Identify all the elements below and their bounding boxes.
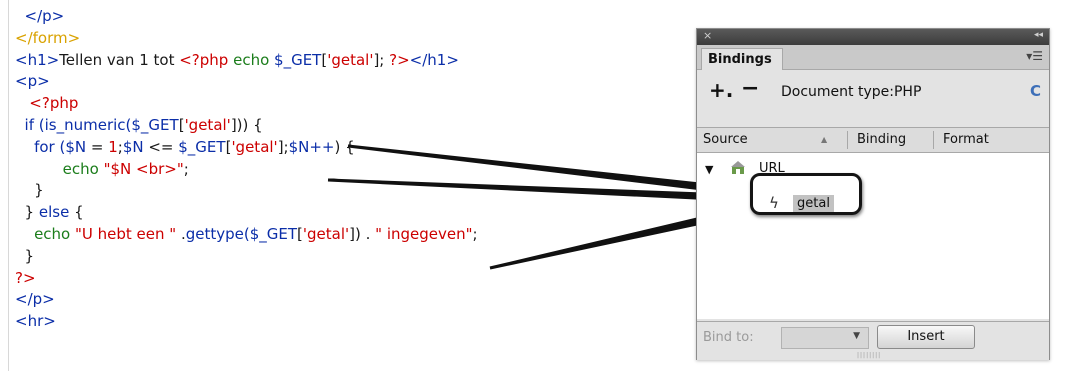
code-area[interactable]: </p> </form> <h1>Tellen van 1 tot <?php ec…	[15, 6, 478, 333]
code-token: $_GET	[249, 224, 298, 243]
code-token: for (	[15, 137, 66, 156]
code-token: ]) .	[349, 224, 376, 243]
code-token: </h1>	[409, 50, 459, 69]
code-token: ?>	[389, 50, 410, 69]
highlight-callout-box	[750, 173, 862, 215]
column-header: Source ▲ Binding Format	[697, 127, 1049, 153]
collapse-icon[interactable]: ◂◂	[1034, 30, 1043, 40]
code-token: {	[69, 203, 84, 222]
code-line[interactable]: for ($N = 1;$N <= $_GET['getal'];$N++) {	[15, 137, 478, 159]
code-token: 'getal'	[327, 50, 374, 69]
dropdown-arrow-icon: ▼	[853, 331, 860, 341]
code-line[interactable]: <?php	[15, 93, 478, 115]
code-token: $_GET	[274, 50, 322, 69]
code-line[interactable]: ?>	[15, 268, 478, 290]
code-token: gettype(	[185, 224, 250, 243]
tab-bindings[interactable]: Bindings	[701, 48, 783, 70]
code-token: $_GET	[178, 137, 226, 156]
code-line[interactable]: }	[15, 246, 478, 268]
code-token: <h1>	[15, 50, 60, 69]
code-token: Tellen van 1 tot	[59, 50, 180, 69]
code-token: "$N <br>"	[103, 159, 184, 178]
code-token: }	[15, 181, 44, 200]
code-line[interactable]: if (is_numeric($_GET['getal'])) {	[15, 115, 478, 137]
panel-footer: Bind to: ▼ Insert ||||||||	[697, 321, 1049, 360]
code-token: </p>	[15, 7, 65, 25]
code-line[interactable]: <p>	[15, 71, 478, 93]
refresh-icon[interactable]: C	[1030, 82, 1041, 100]
code-token: }	[15, 246, 35, 265]
resize-grip[interactable]: ||||||||	[857, 352, 881, 359]
code-token: echo	[233, 50, 275, 69]
column-binding[interactable]: Binding	[857, 132, 906, 147]
column-format[interactable]: Format	[943, 132, 989, 147]
code-token: ];	[277, 137, 289, 156]
bind-to-label: Bind to:	[703, 330, 754, 345]
panel-tab-row: Bindings ▾☰	[697, 45, 1049, 70]
code-token: $N	[65, 137, 87, 156]
code-line[interactable]: echo "U hebt een " .gettype($_GET['getal…	[15, 224, 478, 246]
expand-triangle-icon[interactable]: ▼	[705, 163, 713, 176]
bind-to-select[interactable]: ▼	[781, 327, 869, 349]
code-token: $N	[122, 137, 144, 156]
code-token: ];	[373, 50, 390, 69]
code-line[interactable]: </form>	[15, 28, 478, 50]
code-token: if (	[15, 115, 45, 134]
code-line[interactable]: }	[15, 180, 478, 202]
panel-titlebar[interactable]: × ◂◂	[697, 29, 1049, 45]
column-source[interactable]: Source	[703, 132, 748, 147]
code-line[interactable]: } else {	[15, 202, 478, 224]
code-token: ?>	[15, 268, 36, 287]
code-token: "U hebt een "	[75, 224, 177, 243]
code-token: is_numeric(	[44, 115, 132, 134]
code-token: .	[176, 224, 186, 243]
remove-icon[interactable]: −	[741, 76, 759, 101]
insert-button[interactable]: Insert	[877, 325, 975, 349]
code-line[interactable]: <h1>Tellen van 1 tot <?php echo $_GET['g…	[15, 50, 478, 72]
code-token: ;	[472, 224, 478, 243]
code-token: <p>	[15, 72, 50, 91]
code-token: <=	[143, 137, 179, 156]
code-token: 1	[108, 137, 118, 156]
sort-icon[interactable]: ▲	[821, 135, 827, 144]
code-token: 'getal'	[302, 224, 350, 243]
code-token: <?php	[15, 94, 79, 113]
code-token: echo	[15, 224, 75, 243]
panel-toolbar: +. − Document type:PHP C	[697, 70, 1049, 116]
code-token: $N++	[288, 137, 335, 156]
document-type-label: Document type:PHP	[781, 84, 922, 100]
code-token: 'getal'	[184, 115, 231, 134]
code-token: $_GET	[131, 115, 179, 134]
code-token: =	[86, 137, 109, 156]
add-icon[interactable]: +.	[709, 78, 733, 102]
code-line[interactable]: </p>	[15, 289, 478, 311]
code-token: " ingegeven"	[375, 224, 473, 243]
code-token: 'getal'	[231, 137, 278, 156]
code-token: </form>	[15, 28, 81, 47]
code-token: ) {	[334, 137, 355, 156]
code-token: ])) {	[230, 115, 263, 134]
code-token: else	[38, 203, 70, 222]
code-token: <hr>	[15, 312, 56, 331]
code-token: </p>	[15, 290, 55, 309]
code-line[interactable]: <hr>	[15, 311, 478, 333]
code-token: echo	[15, 159, 104, 178]
code-token: <?php	[179, 50, 234, 69]
close-icon[interactable]: ×	[703, 29, 712, 42]
bindings-tree: ▼ URL ϟ getal	[697, 153, 1049, 319]
url-icon	[731, 161, 745, 174]
code-token: ;	[183, 159, 189, 178]
code-line[interactable]: echo "$N <br>";	[15, 159, 478, 181]
code-line[interactable]: </p>	[15, 6, 478, 28]
code-token: }	[15, 203, 39, 222]
panel-menu-icon[interactable]: ▾☰	[1026, 49, 1043, 63]
